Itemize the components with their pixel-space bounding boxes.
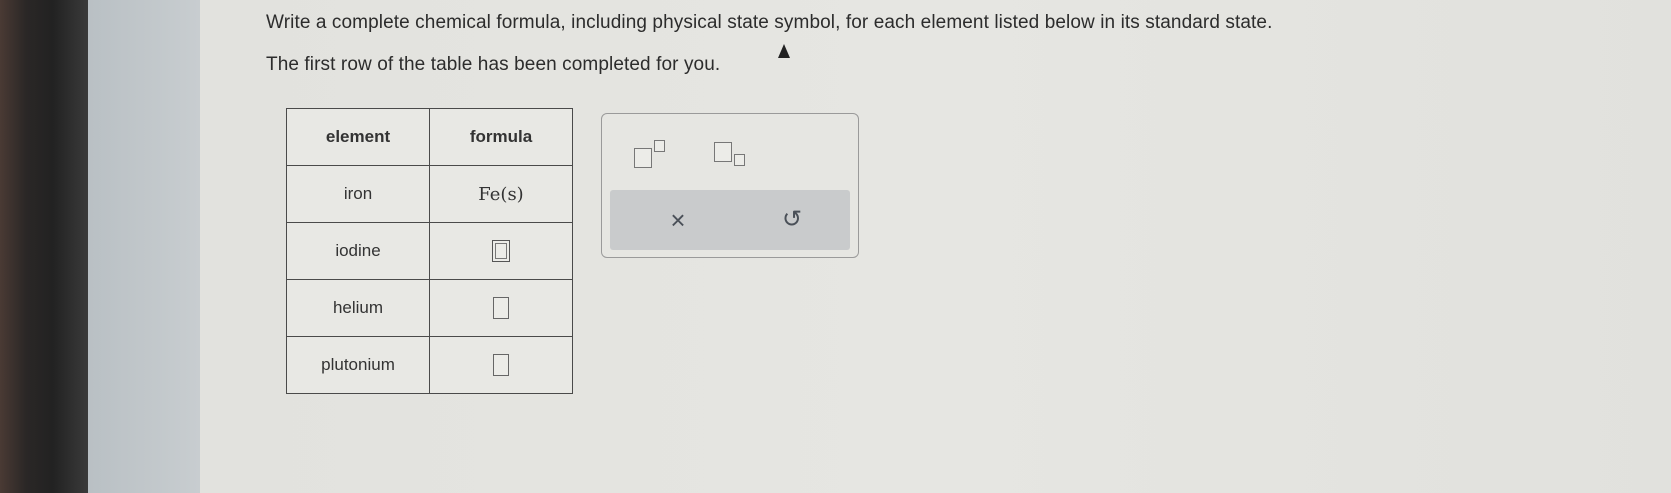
superscript-template-icon[interactable] (630, 138, 674, 170)
superscript-box (654, 140, 665, 152)
subscript-box (734, 154, 745, 166)
base-box (634, 148, 652, 168)
instruction-text: Write a complete chemical formula, inclu… (266, 12, 1273, 33)
subscript-template-icon[interactable] (710, 138, 754, 170)
table-header-row: element formula (286, 108, 573, 166)
instruction-note: The first row of the table has been comp… (266, 54, 721, 75)
table-row: iron Fe(s) (286, 165, 573, 223)
table-row: helium (286, 279, 573, 337)
formula-answer-input[interactable] (493, 354, 509, 376)
side-panel (88, 0, 200, 493)
formula-cell (429, 279, 573, 337)
clear-button[interactable]: × (658, 202, 698, 238)
table-row: iodine (286, 222, 573, 280)
monitor-bezel (0, 0, 88, 493)
element-name: iodine (286, 222, 430, 280)
element-name: plutonium (286, 336, 430, 394)
mouse-cursor-icon (778, 44, 790, 58)
header-formula: formula (429, 108, 573, 166)
formula-palette: × ↺ (601, 113, 859, 258)
table-row: plutonium (286, 336, 573, 394)
element-name: helium (286, 279, 430, 337)
formula-answer-input[interactable] (493, 297, 509, 319)
formula-cell: Fe(s) (429, 165, 573, 223)
formula-cell (429, 222, 573, 280)
formula-cell (429, 336, 573, 394)
base-box (714, 142, 732, 162)
header-element: element (286, 108, 430, 166)
undo-button[interactable]: ↺ (772, 202, 812, 238)
formula-value: Fe(s) (478, 183, 524, 205)
element-formula-table: element formula iron Fe(s) iodine helium… (286, 108, 573, 394)
palette-action-bar: × ↺ (610, 190, 850, 250)
element-name: iron (286, 165, 430, 223)
formula-answer-input[interactable] (492, 240, 510, 262)
